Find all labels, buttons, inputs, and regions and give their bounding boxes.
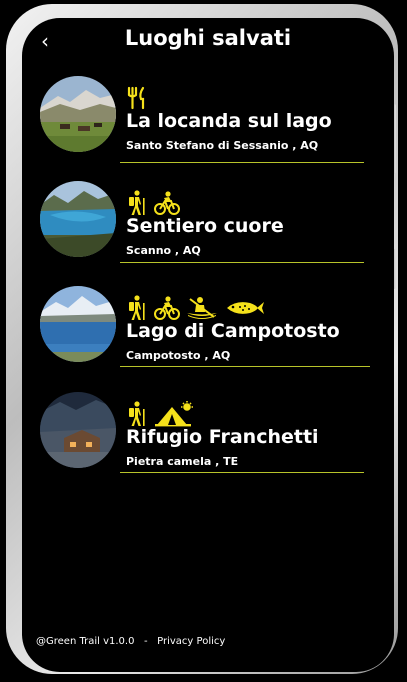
fish-icon: [227, 302, 264, 314]
place-name: La locanda sul lago: [126, 110, 332, 132]
hiking-icon: [129, 401, 145, 426]
place-image: [40, 286, 116, 362]
hiking-icon: [129, 190, 145, 215]
place-location: Pietra camela , TE: [126, 455, 239, 468]
camping-icon: [155, 401, 193, 427]
header: ‹ Luoghi salvati: [22, 18, 394, 66]
place-image: [40, 181, 116, 257]
footer-separator: -: [143, 636, 148, 647]
hiking-icon: [129, 295, 145, 320]
list-item[interactable]: Rifugio Franchetti Pietra camela , TE: [22, 392, 394, 484]
activity-icons: [126, 295, 264, 320]
place-name: Sentiero cuore: [126, 215, 284, 237]
restaurant-icon: [127, 86, 145, 110]
place-location: Scanno , AQ: [126, 244, 201, 257]
app-screen: ‹ Luoghi salvati La locanda sul lago San…: [22, 18, 394, 672]
divider: [120, 162, 364, 163]
divider: [120, 366, 370, 367]
activity-icons: [126, 401, 194, 427]
mountain-bike-icon: [154, 191, 180, 215]
mountain-bike-icon: [154, 296, 180, 320]
list-item[interactable]: Lago di Campotosto Campotosto , AQ: [22, 286, 394, 378]
place-name: Rifugio Franchetti: [126, 426, 319, 448]
activity-icons: [126, 86, 148, 110]
privacy-policy-link[interactable]: Privacy Policy: [157, 636, 225, 647]
version-text: @Green Trail v1.0.0: [36, 636, 135, 647]
place-name: Lago di Campotosto: [126, 320, 340, 342]
activity-icons: [126, 190, 180, 215]
list-item[interactable]: Sentiero cuore Scanno , AQ: [22, 181, 394, 273]
place-location: Campotosto , AQ: [126, 349, 231, 362]
divider: [120, 472, 364, 473]
kayak-icon: [187, 297, 217, 319]
phone-frame: ‹ Luoghi salvati La locanda sul lago San…: [6, 4, 398, 674]
page-title: Luoghi salvati: [124, 26, 292, 50]
footer: @Green Trail v1.0.0 - Privacy Policy: [36, 636, 225, 647]
list-item[interactable]: La locanda sul lago Santo Stefano di Ses…: [22, 76, 394, 168]
divider: [120, 262, 364, 263]
place-image: [40, 76, 116, 152]
place-location: Santo Stefano di Sessanio , AQ: [126, 139, 319, 152]
place-image: [40, 392, 116, 468]
